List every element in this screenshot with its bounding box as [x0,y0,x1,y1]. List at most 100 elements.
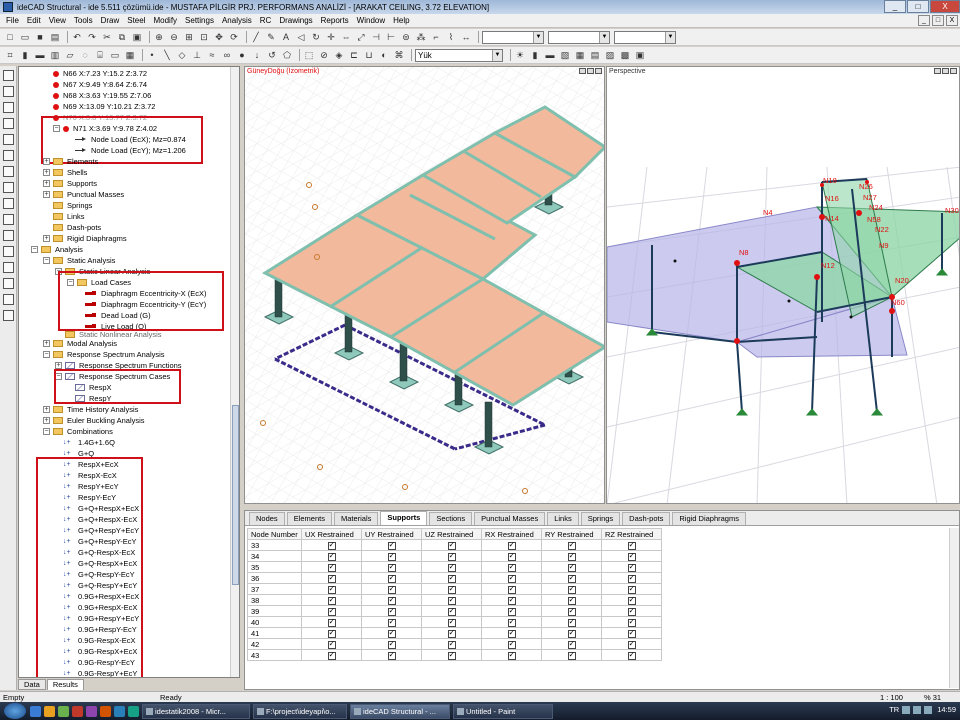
filter-icon[interactable] [3,230,14,241]
move-icon[interactable]: ✛ [325,31,337,43]
tools-icon[interactable] [3,278,14,289]
viewport-button-icon[interactable] [587,68,594,74]
tree-time-history[interactable]: + Time History Analysis [43,404,138,415]
column-header[interactable]: UY Restrained [361,528,422,540]
tab-materials[interactable]: Materials [333,512,379,525]
tree-links[interactable]: Links [43,211,85,222]
pencil-icon[interactable]: ✎ [265,31,277,43]
node-icon[interactable]: • [146,49,158,61]
color-combo[interactable]: ▼ [548,30,610,44]
tree-dashpots[interactable]: Dash-pots [43,222,101,233]
table-row[interactable]: 35 [247,561,662,573]
restraint-checkbox[interactable] [327,551,336,561]
app-quick-icon[interactable] [100,705,111,717]
restraint-checkbox[interactable] [387,562,396,572]
expand-icon[interactable]: + [43,417,50,424]
load-case-combo[interactable]: Yük ▼ [415,48,503,62]
restraint-checkbox[interactable] [327,540,336,550]
moment-icon[interactable]: ↺ [266,49,278,61]
expand-icon[interactable]: + [55,362,62,369]
taskbar-item[interactable]: idestatik2008 - Micr... [142,703,250,719]
restraint-checkbox[interactable] [387,639,396,649]
restraint-checkbox[interactable] [447,573,456,583]
polyline-icon[interactable]: ◁ [295,31,307,43]
restraint-checkbox[interactable] [627,562,636,572]
section-cut-icon[interactable]: ⊘ [318,49,330,61]
layer-icon[interactable] [3,86,14,97]
tree-analysis[interactable]: − Analysis [31,244,83,255]
measure-icon[interactable] [3,150,14,161]
axis-icon[interactable]: ⌗ [4,49,16,61]
tree-response-spectrum[interactable]: − Response Spectrum Analysis [43,349,165,360]
expand-icon[interactable]: + [43,169,50,176]
restraint-checkbox[interactable] [507,573,516,583]
close-button[interactable]: X [930,0,960,13]
trim-icon[interactable]: ⊣ [370,31,382,43]
extend-icon[interactable]: ⊢ [385,31,397,43]
check-icon[interactable] [3,294,14,305]
clock[interactable]: 14:59 [937,705,956,714]
frame-icon[interactable]: ╲ [161,49,173,61]
regen-icon[interactable]: ⟳ [228,31,240,43]
node-number-cell[interactable]: 40 [247,616,302,628]
display-beam-icon[interactable]: ▬ [544,49,556,61]
beam-icon[interactable]: ▬ [34,49,46,61]
restraint-checkbox[interactable] [627,628,636,638]
menu-drawings[interactable]: Drawings [279,16,312,25]
calc-icon[interactable] [3,198,14,209]
new-file-icon[interactable]: □ [4,31,16,43]
menu-modify[interactable]: Modify [153,16,177,25]
paste-icon[interactable]: ▣ [131,31,143,43]
menu-steel[interactable]: Steel [127,16,145,25]
lightbulb-icon[interactable]: ☀ [514,49,526,61]
restraint-checkbox[interactable] [507,562,516,572]
print-icon[interactable]: ▤ [49,31,61,43]
expand-icon[interactable]: + [43,191,50,198]
mdi-minimize-button[interactable]: _ [918,15,930,26]
settings-icon[interactable] [3,310,14,321]
restraint-checkbox[interactable] [447,540,456,550]
restraint-checkbox[interactable] [507,584,516,594]
mirror-icon[interactable]: ⇔ [340,31,352,43]
restraint-checkbox[interactable] [507,606,516,616]
column-header[interactable]: RZ Restrained [601,528,662,540]
table-icon[interactable] [3,214,14,225]
display-column-icon[interactable]: ▮ [529,49,541,61]
redo-icon[interactable]: ↷ [86,31,98,43]
viewport-button-icon[interactable] [942,68,949,74]
table-row[interactable]: 36 [247,572,662,584]
section-icon[interactable] [3,166,14,177]
pan-icon[interactable]: ✥ [213,31,225,43]
restraint-checkbox[interactable] [567,584,576,594]
display-text-icon[interactable]: ▤ [589,49,601,61]
node-number-cell[interactable]: 34 [247,550,302,562]
restraint-checkbox[interactable] [387,573,396,583]
restraint-checkbox[interactable] [507,650,516,660]
node-number-cell[interactable]: 38 [247,594,302,606]
restraint-checkbox[interactable] [447,551,456,561]
collapse-icon[interactable]: − [43,351,50,358]
start-button[interactable] [4,703,26,719]
node-number-cell[interactable]: 41 [247,627,302,639]
column-header[interactable]: Node Number [247,528,302,540]
restraint-checkbox[interactable] [567,606,576,616]
restraint-checkbox[interactable] [447,628,456,638]
table-row[interactable]: 43 [247,649,662,661]
mdi-close-button[interactable]: X [946,15,958,26]
tab-links[interactable]: Links [547,512,579,525]
column-header[interactable]: RY Restrained [541,528,602,540]
node-number-cell[interactable]: 37 [247,583,302,595]
collapse-icon[interactable]: − [43,257,50,264]
restraint-checkbox[interactable] [327,617,336,627]
restraint-checkbox[interactable] [567,628,576,638]
app-quick-icon[interactable] [86,705,97,717]
chart-icon[interactable] [3,262,14,273]
language-indicator[interactable]: TR [889,705,899,714]
node-number-cell[interactable]: 33 [247,539,302,551]
snap-icon[interactable] [3,134,14,145]
load-icon[interactable]: ↓ [251,49,263,61]
restraint-checkbox[interactable] [507,628,516,638]
taskbar-item[interactable]: F:\project\ideyapi\o... [253,703,347,719]
restraint-checkbox[interactable] [387,606,396,616]
taskbar-item[interactable]: Untitled - Paint [453,703,553,719]
